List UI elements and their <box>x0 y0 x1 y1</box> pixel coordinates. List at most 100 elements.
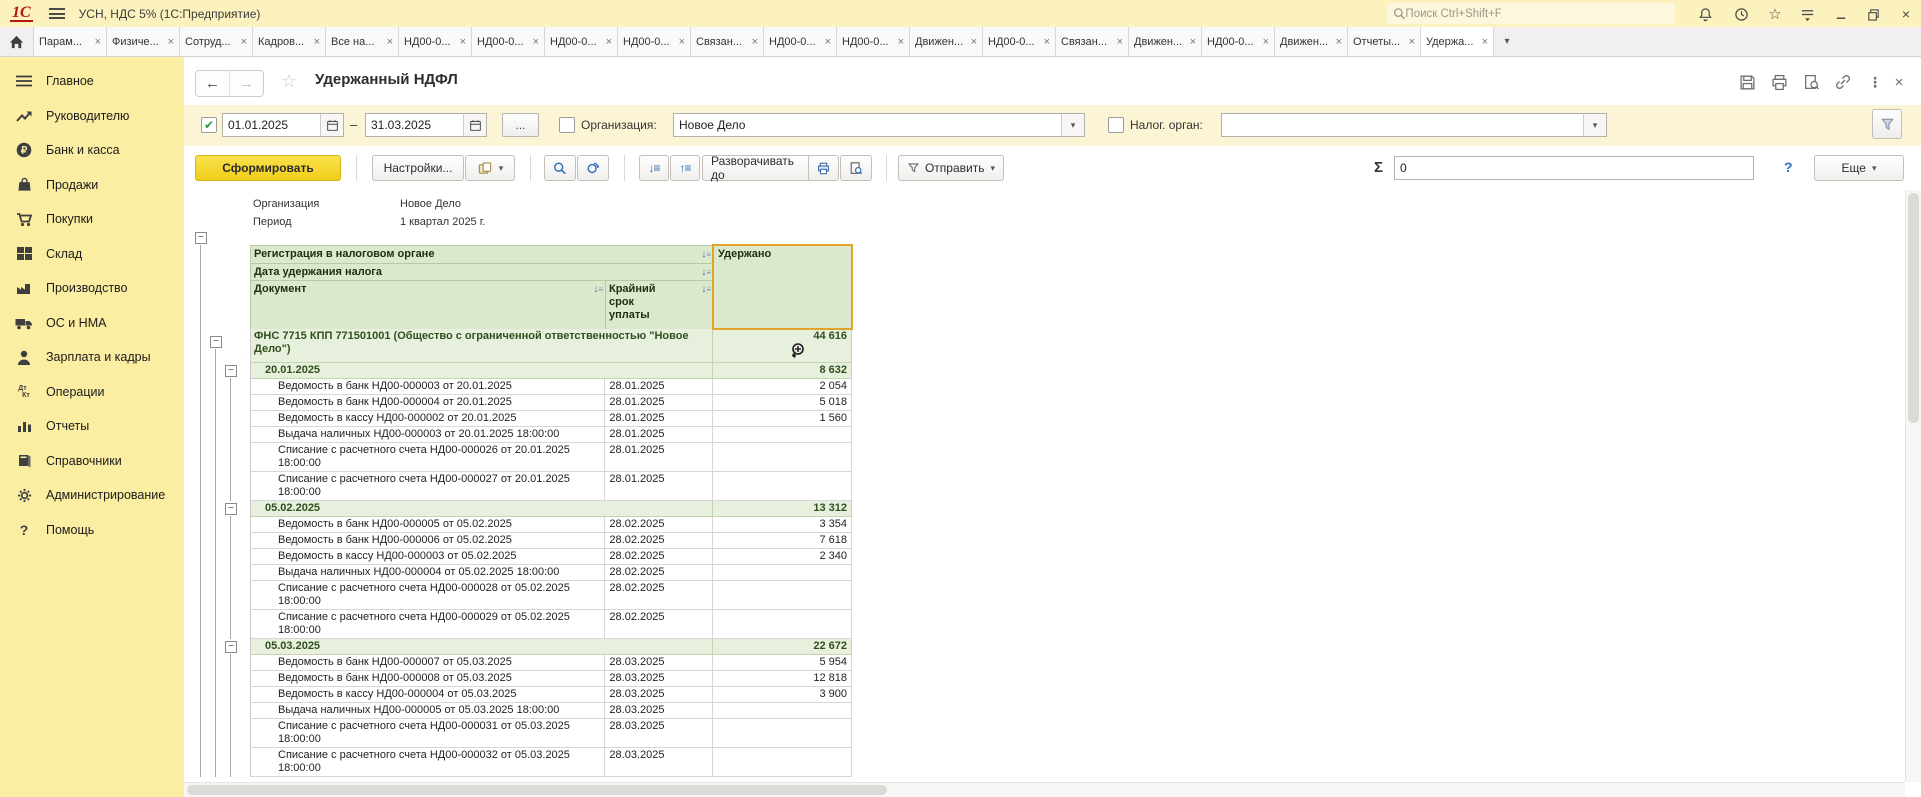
report-document-row[interactable]: Выдача наличных НД00-000003 от 20.01.202… <box>251 427 852 443</box>
period-from-input[interactable] <box>223 118 320 132</box>
history-icon[interactable] <box>1732 5 1750 23</box>
tab-close-icon[interactable]: × <box>314 36 320 48</box>
tab-close-icon[interactable]: × <box>241 36 247 48</box>
sidebar-item-6[interactable]: Склад <box>0 237 184 272</box>
tree-expander[interactable]: − <box>225 641 237 653</box>
tab-16[interactable]: Движен...× <box>1129 27 1202 56</box>
close-form-icon[interactable]: × <box>1888 72 1910 92</box>
tax-authority-input[interactable] <box>1222 118 1583 132</box>
group-total[interactable]: 8 632 <box>713 363 852 378</box>
preview-icon[interactable] <box>1800 72 1822 92</box>
tab-19[interactable]: Отчеты...× <box>1348 27 1421 56</box>
amount-cell[interactable] <box>713 472 852 500</box>
report-document-row[interactable]: Выдача наличных НД00-000004 от 05.02.202… <box>251 565 852 581</box>
due-date-cell[interactable]: 28.01.2025 <box>605 443 713 471</box>
due-date-cell[interactable]: 28.01.2025 <box>605 411 713 426</box>
calendar-icon[interactable] <box>320 114 343 136</box>
group-total[interactable]: 22 672 <box>713 639 852 654</box>
tab-close-icon[interactable]: × <box>387 36 393 48</box>
home-tab-icon[interactable] <box>0 27 34 56</box>
tree-expander[interactable]: − <box>210 336 222 348</box>
add-favorite-star-icon[interactable]: ☆ <box>281 71 297 92</box>
report-document-row[interactable]: Ведомость в банк НД00-000006 от 05.02.20… <box>251 533 852 549</box>
document-cell[interactable]: Списание с расчетного счета НД00-000029 … <box>251 610 605 638</box>
notifications-bell-icon[interactable] <box>1696 5 1714 23</box>
document-cell[interactable]: Ведомость в банк НД00-000004 от 20.01.20… <box>251 395 605 410</box>
amount-cell[interactable] <box>713 748 852 776</box>
report-document-row[interactable]: Списание с расчетного счета НД00-000031 … <box>251 719 852 748</box>
period-checkbox[interactable]: ✔ <box>201 117 217 133</box>
filter-settings-button[interactable] <box>1872 109 1902 139</box>
tab-15[interactable]: Связан...× <box>1056 27 1129 56</box>
document-cell[interactable]: Ведомость в банк НД00-000008 от 05.03.20… <box>251 671 605 686</box>
report-document-row[interactable]: Ведомость в банк НД00-000008 от 05.03.20… <box>251 671 852 687</box>
due-date-cell[interactable]: 28.01.2025 <box>605 395 713 410</box>
autosum-field[interactable] <box>1394 156 1754 180</box>
amount-cell[interactable] <box>713 565 852 580</box>
tab-1[interactable]: Парам...× <box>34 27 107 56</box>
close-window-icon[interactable]: × <box>1897 5 1915 23</box>
due-date-cell[interactable]: 28.02.2025 <box>605 517 713 532</box>
due-date-cell[interactable]: 28.03.2025 <box>605 719 713 747</box>
forward-button[interactable]: → <box>230 71 263 96</box>
sidebar-item-5[interactable]: Покупки <box>0 202 184 237</box>
due-date-cell[interactable]: 28.01.2025 <box>605 427 713 442</box>
column-header-due[interactable]: Крайний срок уплаты ↓≡ <box>606 281 714 330</box>
amount-cell[interactable] <box>713 703 852 718</box>
tab-close-icon[interactable]: × <box>1044 36 1050 48</box>
amount-cell[interactable]: 5 954 <box>713 655 852 670</box>
report-document-row[interactable]: Ведомость в кассу НД00-000003 от 05.02.2… <box>251 549 852 565</box>
document-cell[interactable]: Ведомость в кассу НД00-000002 от 20.01.2… <box>251 411 605 426</box>
tab-close-icon[interactable]: × <box>95 36 101 48</box>
tab-20[interactable]: Удержа...× <box>1421 27 1494 56</box>
service-menu-icon[interactable] <box>1798 5 1816 23</box>
sidebar-item-13[interactable]: Администрирование <box>0 478 184 513</box>
document-cell[interactable]: Списание с расчетного счета НД00-000032 … <box>251 748 605 776</box>
group-total[interactable]: 13 312 <box>713 501 852 516</box>
settings-button[interactable]: Настройки... <box>372 155 464 181</box>
document-cell[interactable]: Ведомость в банк НД00-000007 от 05.03.20… <box>251 655 605 670</box>
group-date-label[interactable]: 05.02.2025 <box>251 501 713 516</box>
calendar-icon[interactable] <box>463 114 486 136</box>
document-cell[interactable]: Списание с расчетного счета НД00-000028 … <box>251 581 605 609</box>
due-date-cell[interactable]: 28.03.2025 <box>605 671 713 686</box>
column-header-document[interactable]: Документ ↓≡ <box>251 281 606 330</box>
group-total[interactable]: 44 616 <box>713 329 852 362</box>
tab-close-icon[interactable]: × <box>752 36 758 48</box>
period-to-field[interactable] <box>365 113 487 137</box>
sidebar-item-3[interactable]: ₽Банк и касса <box>0 133 184 168</box>
document-cell[interactable]: Списание с расчетного счета НД00-000031 … <box>251 719 605 747</box>
report-document-row[interactable]: Ведомость в банк НД00-000003 от 20.01.20… <box>251 379 852 395</box>
column-header-registration[interactable]: Регистрация в налоговом органе ↓≡ <box>251 246 714 264</box>
organization-input[interactable] <box>674 118 1061 132</box>
minimize-icon[interactable] <box>1832 5 1850 23</box>
due-date-cell[interactable]: 28.02.2025 <box>605 581 713 609</box>
chevron-down-icon[interactable]: ▾ <box>1061 114 1084 136</box>
document-cell[interactable]: Списание с расчетного счета НД00-000027 … <box>251 472 605 500</box>
document-cell[interactable]: Ведомость в банк НД00-000005 от 05.02.20… <box>251 517 605 532</box>
expand-groups-button[interactable]: ↑≡ <box>670 155 700 181</box>
sidebar-item-4[interactable]: Продажи <box>0 168 184 203</box>
tab-close-icon[interactable]: × <box>1117 36 1123 48</box>
due-date-cell[interactable]: 28.01.2025 <box>605 472 713 500</box>
sidebar-item-2[interactable]: Руководителю <box>0 99 184 134</box>
horizontal-scroll-thumb[interactable] <box>187 785 887 795</box>
print-button[interactable] <box>808 155 839 181</box>
tree-expander[interactable]: − <box>225 503 237 515</box>
tax-authority-combo[interactable]: ▾ <box>1221 113 1607 137</box>
report-document-row[interactable]: Ведомость в банк НД00-000004 от 20.01.20… <box>251 395 852 411</box>
due-date-cell[interactable]: 28.03.2025 <box>605 703 713 718</box>
restore-window-icon[interactable] <box>1864 5 1882 23</box>
tab-close-icon[interactable]: × <box>1482 36 1488 48</box>
report-group-row[interactable]: 20.01.20258 632 <box>251 363 852 379</box>
due-date-cell[interactable]: 28.02.2025 <box>605 549 713 564</box>
sort-icon[interactable]: ↓≡ <box>701 283 711 296</box>
report-org-row[interactable]: Организация Новое Дело <box>250 196 852 214</box>
tab-list-arrow-icon[interactable]: ▾ <box>1494 27 1520 56</box>
tab-close-icon[interactable]: × <box>1409 36 1415 48</box>
tab-close-icon[interactable]: × <box>1263 36 1269 48</box>
report-document-row[interactable]: Ведомость в банк НД00-000005 от 05.02.20… <box>251 517 852 533</box>
tab-9[interactable]: НД00-0...× <box>618 27 691 56</box>
due-date-cell[interactable]: 28.02.2025 <box>605 565 713 580</box>
tab-close-icon[interactable]: × <box>825 36 831 48</box>
